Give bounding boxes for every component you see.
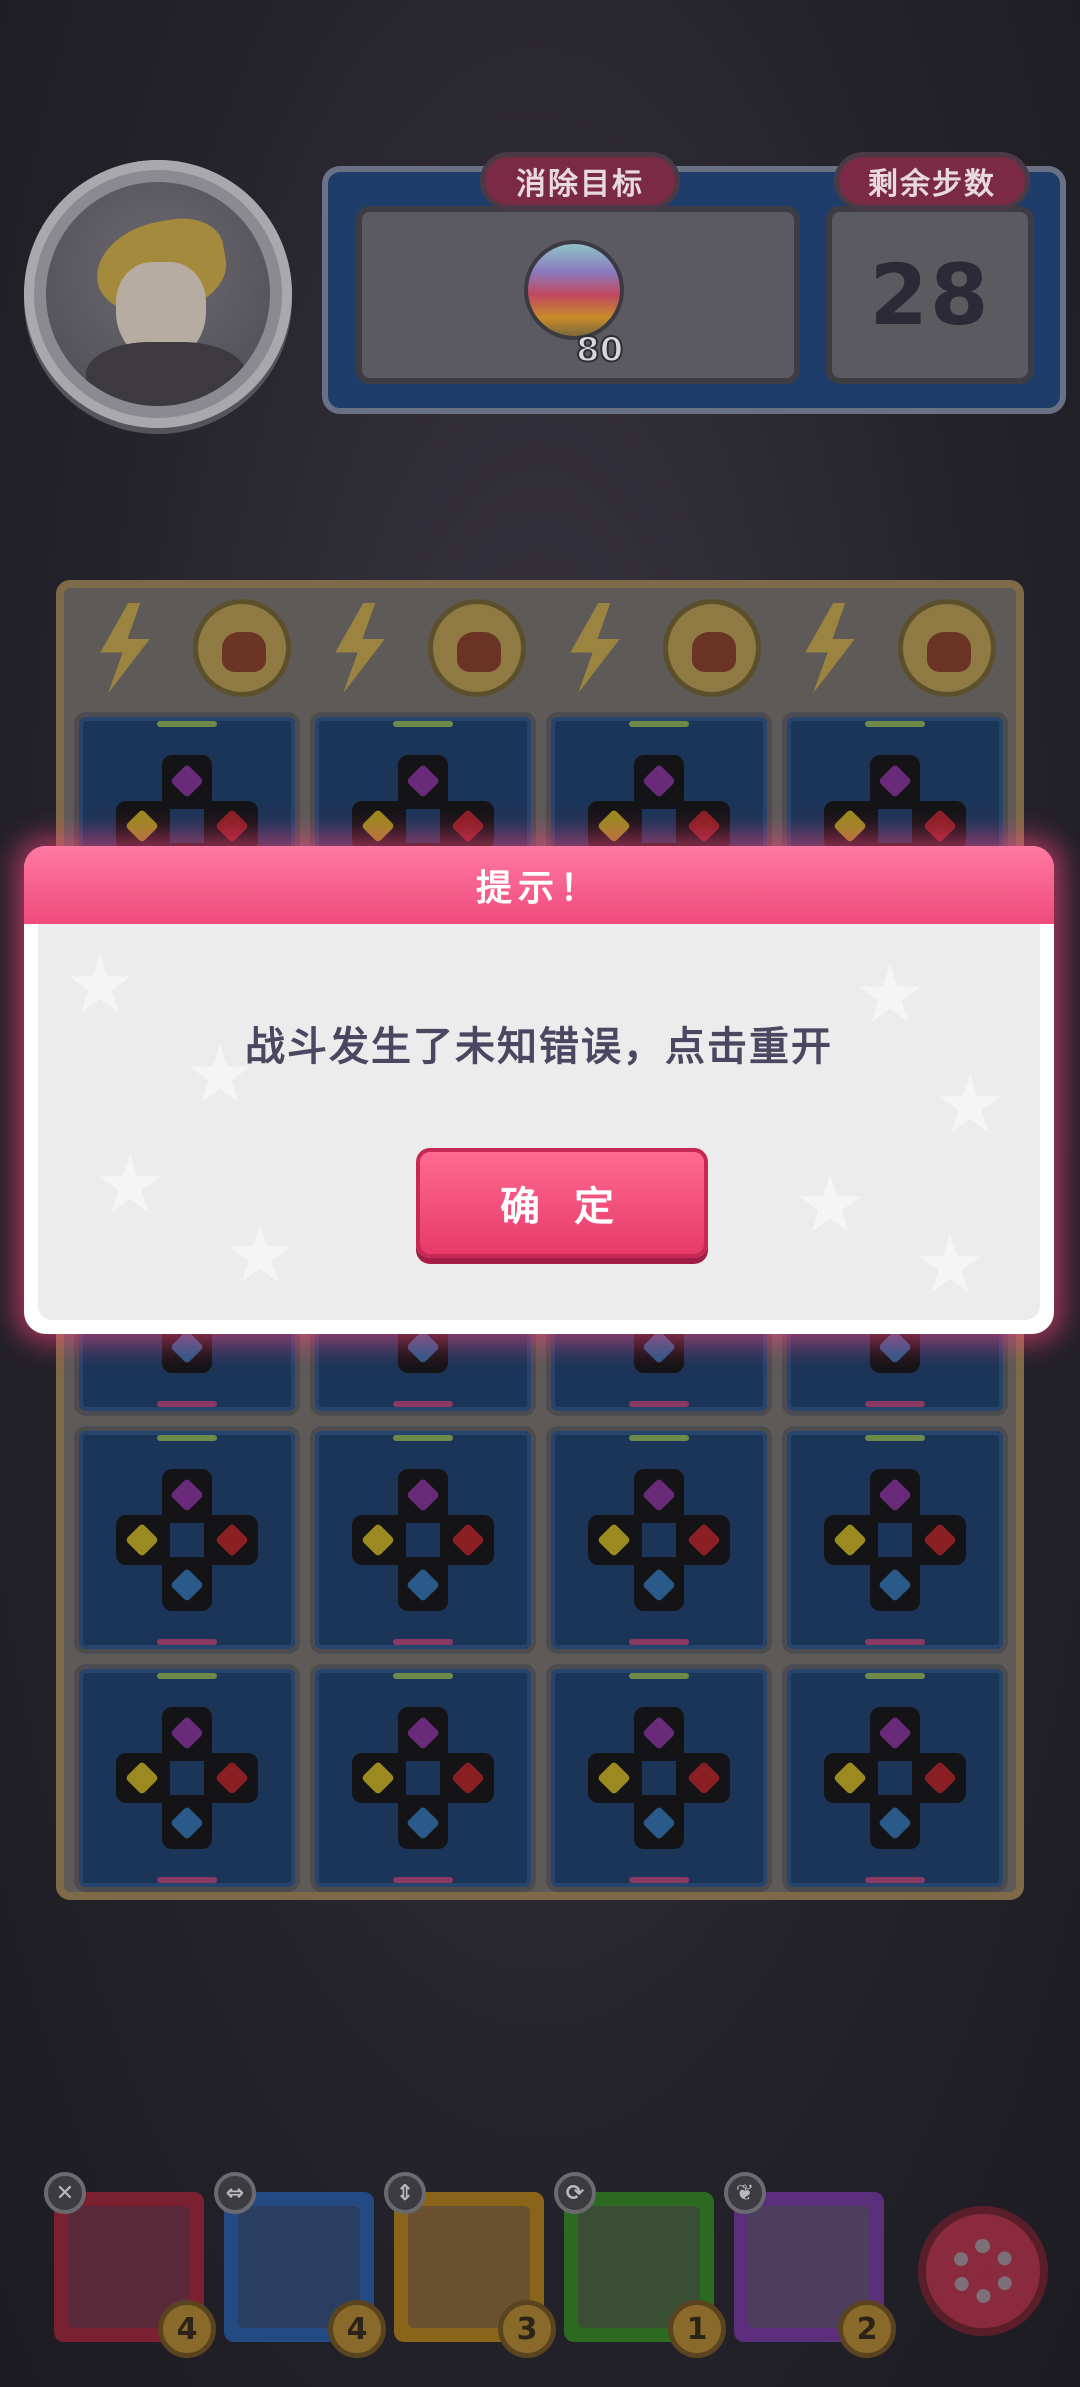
- lightning-icon: [100, 603, 150, 693]
- dialog-body: [38, 924, 1040, 1320]
- board-tile[interactable]: [74, 1426, 300, 1654]
- star-decoration-icon: [799, 1174, 861, 1233]
- dpad-icon: [584, 1703, 734, 1853]
- star-decoration-icon: [69, 954, 131, 1013]
- helmet-icon: [192, 599, 291, 697]
- board-tile[interactable]: [310, 1664, 536, 1892]
- steps-box: 28: [826, 206, 1034, 384]
- goal-label: 消除目标: [480, 152, 680, 210]
- dpad-icon: [348, 1465, 498, 1615]
- rainbow-orb-icon: [524, 240, 624, 340]
- lightning-icon: [570, 603, 620, 693]
- dialog-header: 提示！: [24, 846, 1054, 924]
- confirm-button[interactable]: 确 定: [416, 1148, 708, 1258]
- dialog-title: 提示！: [475, 868, 602, 909]
- settings-button[interactable]: [918, 2206, 1048, 2336]
- hero-skill-count: 2: [838, 2300, 896, 2358]
- dpad-icon: [112, 1465, 262, 1615]
- star-decoration-icon: [919, 1234, 981, 1293]
- board-tile[interactable]: [782, 1426, 1008, 1654]
- star-decoration-icon: [939, 1074, 1001, 1133]
- board-top-row: [70, 592, 1010, 704]
- board-tile[interactable]: [546, 1664, 772, 1892]
- gear-icon: [951, 2239, 1015, 2303]
- dpad-icon: [820, 1465, 970, 1615]
- player-avatar[interactable]: [24, 160, 292, 428]
- dpad-icon: [584, 1465, 734, 1615]
- steps-label: 剩余步数: [834, 152, 1030, 210]
- hero-skill-count: 1: [668, 2300, 726, 2358]
- hero-skill-count: 3: [498, 2300, 556, 2358]
- lightning-icon: [805, 603, 855, 693]
- avatar-portrait: [46, 182, 270, 406]
- helmet-icon: [427, 599, 526, 697]
- swap-vertical-icon: ⇕: [384, 2172, 426, 2214]
- dpad-icon: [348, 1703, 498, 1853]
- helmet-icon: [897, 599, 996, 697]
- star-decoration-icon: [99, 1154, 161, 1213]
- board-tile[interactable]: [546, 1426, 772, 1654]
- star-decoration-icon: [229, 1224, 291, 1283]
- board-tile[interactable]: [310, 1426, 536, 1654]
- swap-horizontal-icon: ⇔: [214, 2172, 256, 2214]
- dpad-icon: [112, 1703, 262, 1853]
- cross-icon: ✕: [44, 2172, 86, 2214]
- board-tile[interactable]: [74, 1664, 300, 1892]
- steps-remaining: 28: [869, 246, 991, 344]
- dialog-message: 战斗发生了未知错误，点击重开: [245, 1024, 833, 1070]
- lightning-icon: [335, 603, 385, 693]
- refresh-icon: ⟳: [554, 2172, 596, 2214]
- swirl-icon: ❦: [724, 2172, 766, 2214]
- hero-skill-count: 4: [158, 2300, 216, 2358]
- goal-count: 80: [575, 329, 624, 371]
- helmet-icon: [662, 599, 761, 697]
- error-dialog: 提示！ 战斗发生了未知错误，点击重开 确 定: [24, 846, 1054, 1334]
- hero-skill-count: 4: [328, 2300, 386, 2358]
- dpad-icon: [820, 1703, 970, 1853]
- board-tile[interactable]: [782, 1664, 1008, 1892]
